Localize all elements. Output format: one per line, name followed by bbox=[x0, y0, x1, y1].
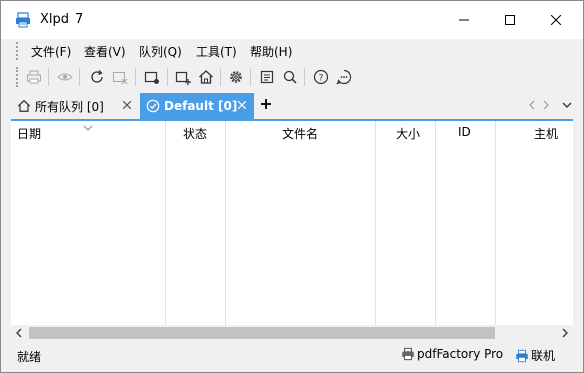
app-version: 7 bbox=[75, 12, 84, 27]
tab-bar: 所有队列 [0] Default [0] bbox=[1, 92, 583, 119]
home-icon[interactable] bbox=[197, 68, 215, 86]
toolbar-separator bbox=[250, 68, 251, 86]
toolbar-separator bbox=[48, 68, 49, 86]
remove-icon[interactable] bbox=[111, 68, 129, 86]
menu-grip[interactable] bbox=[16, 42, 18, 60]
column-header-size[interactable]: 大小 bbox=[396, 125, 420, 142]
column-header-id[interactable]: ID bbox=[458, 125, 471, 139]
tab-close-icon[interactable] bbox=[236, 99, 248, 111]
toolbar-separator bbox=[167, 68, 168, 86]
tab-all-queues[interactable]: 所有队列 [0] bbox=[11, 93, 139, 119]
printer-name: pdfFactory Pro bbox=[417, 347, 504, 361]
eye-icon[interactable] bbox=[56, 68, 74, 86]
scroll-left-icon[interactable] bbox=[13, 327, 25, 339]
toolbar-separator bbox=[304, 68, 305, 86]
app-printer-icon bbox=[15, 12, 31, 28]
chat-icon[interactable] bbox=[335, 68, 353, 86]
menu-queue[interactable]: 队列(Q) bbox=[139, 43, 182, 60]
minimize-icon bbox=[459, 19, 469, 21]
menu-view[interactable]: 查看(V) bbox=[84, 43, 126, 60]
menu-tools[interactable]: 工具(T) bbox=[196, 43, 237, 60]
status-text: 就绪 bbox=[17, 350, 42, 364]
column-date[interactable]: 日期 bbox=[11, 121, 166, 327]
status-bar: 就绪 pdfFactory Pro 联机 bbox=[1, 343, 583, 372]
toolbar: ? bbox=[1, 63, 583, 91]
toolbar-separator bbox=[135, 68, 136, 86]
add-tab-icon[interactable] bbox=[259, 98, 273, 112]
close-icon bbox=[551, 15, 561, 25]
check-circle-icon bbox=[146, 99, 160, 113]
status-printer: pdfFactory Pro bbox=[401, 347, 503, 361]
toolbar-grip[interactable] bbox=[16, 67, 18, 87]
minimize-button[interactable] bbox=[441, 1, 487, 39]
tab-default[interactable]: Default [0] bbox=[140, 93, 254, 119]
tab-label: Default [0] bbox=[164, 99, 238, 113]
connection-state: 联机 bbox=[531, 349, 556, 363]
maximize-button[interactable] bbox=[487, 1, 533, 39]
tab-scroll-right-icon[interactable] bbox=[539, 98, 553, 112]
column-header-date[interactable]: 日期 bbox=[17, 125, 41, 142]
sort-chevron-down-icon bbox=[83, 120, 93, 134]
toolbar-separator bbox=[79, 68, 80, 86]
title-bar: Xlpd 7 bbox=[1, 1, 583, 39]
status-connection: 联机 bbox=[515, 347, 555, 364]
window-title: Xlpd 7 bbox=[40, 12, 83, 27]
column-header-host[interactable]: 主机 bbox=[534, 125, 558, 142]
app-name: Xlpd bbox=[40, 12, 70, 27]
tab-list-chevron-down-icon[interactable] bbox=[560, 98, 574, 112]
column-filename[interactable]: 文件名 bbox=[226, 121, 376, 327]
scroll-right-icon[interactable] bbox=[559, 327, 571, 339]
column-size[interactable]: 大小 bbox=[376, 121, 436, 327]
close-button[interactable] bbox=[533, 1, 579, 39]
print-icon[interactable] bbox=[25, 68, 43, 86]
search-icon[interactable] bbox=[281, 68, 299, 86]
home-icon bbox=[17, 99, 31, 113]
svg-text:?: ? bbox=[319, 74, 324, 84]
menu-help[interactable]: 帮助(H) bbox=[250, 43, 292, 60]
toolbar-separator bbox=[220, 68, 221, 86]
menu-bar: 文件(F) 查看(V) 队列(Q) 工具(T) 帮助(H) bbox=[1, 39, 583, 63]
settings-gear-icon[interactable] bbox=[227, 68, 245, 86]
new-window-icon[interactable] bbox=[143, 68, 161, 86]
menu-file[interactable]: 文件(F) bbox=[31, 43, 71, 60]
refresh-icon[interactable] bbox=[88, 68, 106, 86]
column-header-filename[interactable]: 文件名 bbox=[282, 125, 318, 142]
column-id[interactable]: ID bbox=[436, 121, 496, 327]
application-window: Xlpd 7 文件(F) 查看(V) 队列(Q) 工具(T) 帮助(H) ? 所… bbox=[0, 0, 584, 373]
tab-label: 所有队列 [0] bbox=[35, 99, 104, 114]
maximize-icon bbox=[505, 15, 515, 25]
column-header-status[interactable]: 状态 bbox=[183, 125, 207, 142]
job-list[interactable]: 日期 状态 文件名 大小 ID 主机 bbox=[11, 119, 573, 327]
tab-scroll-left-icon[interactable] bbox=[525, 98, 539, 112]
column-status[interactable]: 状态 bbox=[166, 121, 226, 327]
document-icon[interactable] bbox=[258, 68, 276, 86]
help-icon[interactable]: ? bbox=[312, 68, 330, 86]
add-window-icon[interactable] bbox=[174, 68, 192, 86]
printer-online-icon bbox=[516, 349, 528, 362]
column-host[interactable]: 主机 bbox=[496, 121, 573, 327]
tab-close-icon[interactable] bbox=[121, 99, 133, 111]
scrollbar-thumb[interactable] bbox=[29, 327, 495, 339]
printer-icon bbox=[402, 347, 414, 361]
horizontal-scrollbar[interactable] bbox=[11, 325, 573, 341]
